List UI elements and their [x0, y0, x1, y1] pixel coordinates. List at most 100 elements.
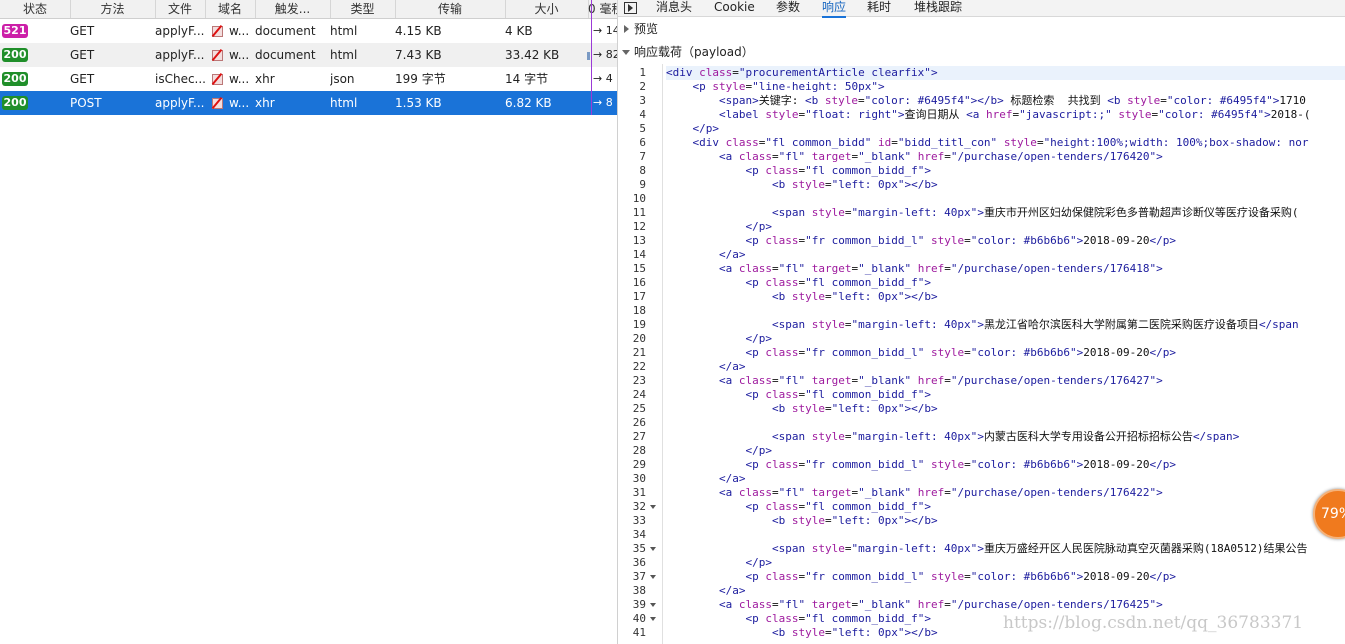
code-line: </p> — [745, 220, 772, 233]
request-domain: w... — [229, 48, 250, 62]
code-line: <b style="left: 0px"></b> — [771, 290, 938, 303]
code-line: <a class="fl" target="_blank" href="/pur… — [718, 150, 1163, 163]
detail-tabs: 消息头 Cookie 参数 响应 耗时 堆栈跟踪 — [618, 0, 1345, 18]
line-number: 9 — [639, 178, 646, 191]
column-domain[interactable]: 域名 — [205, 0, 256, 18]
request-transferred: 7.43 KB — [395, 48, 442, 62]
network-request-row[interactable]: 200 POST applyF... w... xhr html 1.53 KB 6.82 K… — [0, 91, 617, 115]
code-line: </p> — [745, 556, 772, 569]
column-type[interactable]: 类型 — [330, 0, 396, 18]
request-timing: → 14 — [593, 24, 617, 37]
insecure-connection-icon — [211, 97, 223, 109]
toggle-panel-icon[interactable] — [624, 2, 637, 14]
line-number: 2 — [639, 80, 646, 93]
fold-toggle-icon[interactable] — [649, 500, 657, 514]
line-number: 33 — [632, 514, 646, 527]
line-number: 21 — [632, 346, 646, 359]
line-number: 19 — [632, 318, 646, 331]
column-waterfall[interactable]: 0 毫秒 — [588, 0, 618, 18]
column-transferred[interactable]: 传输 — [395, 0, 506, 18]
fold-toggle-icon[interactable] — [649, 612, 657, 626]
code-line: <p class="fr common_bidd_l" style="color… — [745, 570, 1177, 583]
request-method: GET — [70, 24, 95, 38]
code-line: <a class="fl" target="_blank" href="/pur… — [718, 374, 1163, 387]
fold-toggle-icon[interactable] — [649, 542, 657, 556]
code-line: <span style="margin-left: 40px">重庆市开州区妇幼… — [771, 206, 1299, 219]
request-method: GET — [70, 72, 95, 86]
code-line: <a class="fl" target="_blank" href="/pur… — [718, 598, 1163, 611]
line-number: 13 — [632, 234, 646, 247]
code-line: <a class="fl" target="_blank" href="/pur… — [718, 486, 1163, 499]
code-line: </p> — [745, 332, 772, 345]
line-number: 18 — [632, 304, 646, 317]
line-number: 8 — [639, 164, 646, 177]
column-size[interactable]: 大小 — [505, 0, 589, 18]
column-status[interactable]: 状态 — [0, 0, 71, 18]
code-line: <b style="left: 0px"></b> — [771, 402, 938, 415]
request-type: json — [330, 72, 355, 86]
network-request-row[interactable]: 200 GET isChec... w... xhr json 199 字节 14 字节 → 4 — [0, 67, 617, 91]
line-number: 4 — [639, 108, 646, 121]
column-method[interactable]: 方法 — [70, 0, 156, 18]
request-domain: w... — [229, 96, 250, 110]
insecure-connection-icon — [211, 73, 223, 85]
line-number: 17 — [632, 290, 646, 303]
code-line: </a> — [718, 248, 746, 261]
request-size: 4 KB — [505, 24, 533, 38]
line-number: 1 — [639, 66, 646, 79]
code-line: <span style="margin-left: 40px">黑龙江省哈尔滨医… — [771, 318, 1299, 331]
code-line: </p> — [692, 122, 720, 135]
line-number: 35 — [632, 542, 646, 555]
payload-section[interactable]: 响应载荷（payload） — [618, 41, 1345, 63]
tab-4[interactable]: 耗时 — [867, 0, 891, 16]
line-number: 25 — [632, 402, 646, 415]
insecure-connection-icon — [211, 49, 223, 61]
request-type: html — [330, 96, 358, 110]
line-number: 11 — [632, 206, 646, 219]
code-line: <span style="margin-left: 40px">内蒙古医科大学专… — [771, 430, 1240, 443]
code-line: </a> — [718, 472, 746, 485]
network-request-row[interactable]: 521 GET applyF... w... document html 4.15 KB 4 … — [0, 19, 617, 43]
network-request-row[interactable]: 200 GET applyF... w... document html 7.43 KB 33… — [0, 43, 617, 67]
tab-5[interactable]: 堆栈跟踪 — [914, 0, 962, 16]
request-transferred: 1.53 KB — [395, 96, 442, 110]
payload-label: 响应载荷（payload） — [634, 45, 754, 59]
line-number: 20 — [632, 332, 646, 345]
line-number: 14 — [632, 248, 646, 261]
line-number: 16 — [632, 276, 646, 289]
timeline-marker — [591, 0, 592, 115]
tab-3[interactable]: 响应 — [822, 0, 847, 18]
request-size: 33.42 KB — [505, 48, 560, 62]
tab-0[interactable]: 消息头 — [656, 0, 692, 16]
line-number: 34 — [632, 528, 646, 541]
line-number: 6 — [639, 136, 646, 149]
request-domain: w... — [229, 72, 250, 86]
watermark: https://blog.csdn.net/qq_36783371 — [1003, 613, 1304, 633]
line-number: 38 — [632, 584, 646, 597]
request-transferred: 199 字节 — [395, 72, 446, 86]
line-number: 40 — [632, 612, 646, 625]
fold-toggle-icon[interactable] — [649, 598, 657, 612]
line-number: 10 — [632, 192, 646, 205]
line-number: 24 — [632, 388, 646, 401]
column-cause[interactable]: 触发... — [255, 0, 331, 18]
response-code-view[interactable]: 1 2 3 4 5 6 7 8 9 10 11 12 13 14 15 16 17 18 19 20 21 22 23 24 2… — [618, 64, 1345, 644]
preview-section[interactable]: 预览 — [618, 18, 1345, 40]
tab-1[interactable]: Cookie — [714, 0, 755, 16]
column-file[interactable]: 文件 — [155, 0, 206, 18]
request-transferred: 4.15 KB — [395, 24, 442, 38]
request-cause: document — [255, 24, 316, 38]
code-line: <p class="fr common_bidd_l" style="color… — [745, 346, 1177, 359]
tab-2[interactable]: 参数 — [776, 0, 800, 16]
code-line: </a> — [718, 360, 746, 373]
line-number: 5 — [639, 122, 646, 135]
request-timing: → 8 — [593, 96, 613, 109]
code-line: <div class="fl common_bidd" id="bidd_tit… — [692, 136, 1309, 149]
code-line: <p style="line-height: 50px"> — [692, 80, 885, 93]
request-cause: xhr — [255, 72, 275, 86]
fold-toggle-icon[interactable] — [649, 570, 657, 584]
expand-arrow-icon — [624, 25, 629, 33]
